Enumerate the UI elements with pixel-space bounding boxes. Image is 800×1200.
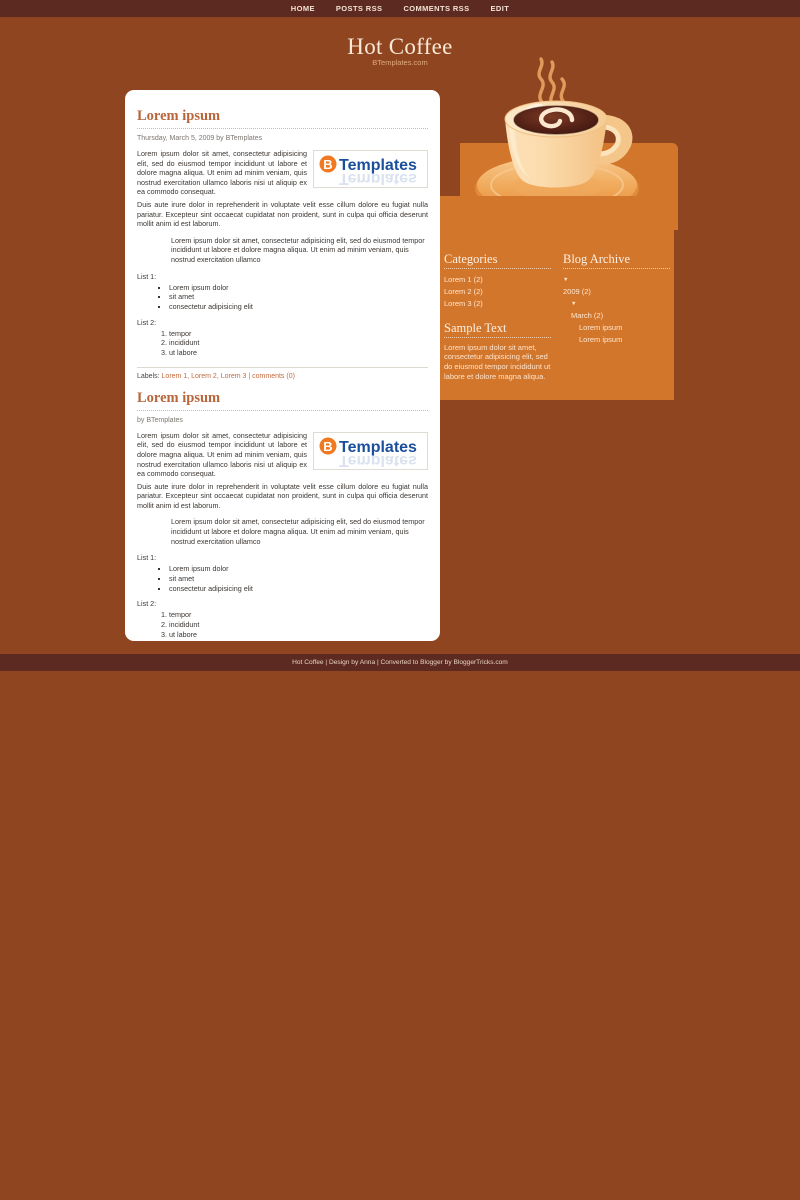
cup-rim [505,101,607,137]
list-item: incididunt [169,621,428,630]
list-item: sit amet [169,293,428,302]
svg-text:B: B [323,439,332,454]
category-link[interactable]: Lorem 2 (2) [444,286,551,298]
archive-row-post[interactable]: Lorem ipsum [563,322,670,334]
categories-list: Lorem 1 (2) Lorem 2 (2) Lorem 3 (2) [444,274,551,310]
post-label-link[interactable]: Lorem 2 [191,373,217,380]
archive-row-post[interactable]: Lorem ipsum [563,334,670,346]
svg-text:Templates: Templates [339,452,417,467]
nav-item-edit[interactable]: EDIT [491,4,510,13]
post-unordered-list: Lorem ipsum dolor sit amet consectetur a… [137,283,428,312]
archive-post-link[interactable]: Lorem ipsum [579,322,670,334]
list-item: Lorem ipsum dolor [169,283,428,293]
list-item: consectetur adipisicing elit [169,584,428,594]
labels-prefix: Labels: [137,372,160,380]
top-navigation-bar: HOME POSTS RSS COMMENTS RSS EDIT [0,0,800,17]
svg-text:B: B [323,157,332,172]
btemplates-logo: B Templates Templates [313,431,428,470]
blog-post: Lorem ipsum by BTemplates B Templates Te… [137,390,428,641]
post-ordered-list: tempor incididunt ut labore [137,611,428,639]
widget-title-sample-text: Sample Text [444,321,551,338]
archive-month-link[interactable]: March (2) [571,310,670,322]
blog-archive-tree: ▼ 2009 (2) ▼ March (2) Lorem ipsum Lorem i… [563,274,670,346]
list-1-label: List 1: [137,553,157,563]
post-footer: Labels: Lorem 1, Lorem 2, Lorem 3 | comm… [137,366,428,380]
list-item: incididunt [169,339,428,348]
post-unordered-list: Lorem ipsum dolor sit amet consectetur a… [137,565,428,593]
sidebar-right-column: Blog Archive ▼ 2009 (2) ▼ March (2) Lorem … [563,252,670,381]
blog-subtitle: BTemplates.com [372,58,428,67]
cream-swirl [539,107,575,129]
cup-body [505,118,607,188]
blog-header: Hot Coffee BTemplates.com [0,17,800,90]
post-meta: Thursday, March 5, 2009 by BTemplates [137,135,263,142]
sample-text-widget: Sample Text Lorem ipsum dolor sit amet, … [444,321,551,382]
category-link[interactable]: Lorem 1 (2) [444,274,551,286]
blog-title: Hot Coffee [347,34,453,59]
sidebar-columns: Categories Lorem 1 (2) Lorem 2 (2) Lorem… [444,252,674,381]
btemplates-logo: B Templates Templates [313,150,428,188]
chevron-down-icon[interactable]: ▼ [571,298,576,310]
post-paragraph: Duis aute irure dolor in reprehenderit i… [137,199,428,229]
widget-title-categories: Categories [444,252,551,269]
sidebar-panel: Categories Lorem 1 (2) Lorem 2 (2) Lorem… [400,196,674,400]
cup-handle [584,115,633,165]
nav-item-comments-rss[interactable]: COMMENTS RSS [403,4,469,13]
post-body: B Templates Templates Lorem ipsum dolor … [137,431,428,511]
coffee-liquid [514,106,598,134]
nav-item-home[interactable]: HOME [291,4,315,13]
archive-year-link[interactable]: 2009 (2) [563,286,670,298]
post-body: B Templates Templates Lorem ipsum dolor … [137,149,428,229]
post-title[interactable]: Lorem ipsum [137,108,428,129]
blog-post: Lorem ipsum Thursday, March 5, 2009 by B… [137,108,428,380]
sample-text-body: Lorem ipsum dolor sit amet, consectetur … [444,342,551,381]
post-meta: by BTemplates [137,416,183,424]
list-item: tempor [169,611,428,620]
list-2-label: List 2: [137,317,157,327]
nav-item-posts-rss[interactable]: POSTS RSS [336,4,383,13]
post-label-link[interactable]: Lorem 3 [221,373,247,380]
list-item: ut labore [169,630,428,640]
list-item: consectetur adipisicing elit [169,303,428,312]
list-item: Lorem ipsum dolor [169,565,428,574]
archive-row-year[interactable]: ▼ 2009 (2) [563,274,670,298]
list-item: tempor [169,329,428,339]
archive-row-month[interactable]: ▼ March (2) [563,298,670,322]
footer-bar: Hot Coffee | Design by Anna | Converted … [0,654,800,671]
post-blockquote: Lorem ipsum dolor sit amet, consectetur … [171,517,425,546]
post-comments-link[interactable]: comments (0) [252,373,295,380]
category-link[interactable]: Lorem 3 (2) [444,298,551,310]
svg-text:Templates: Templates [339,170,417,185]
post-paragraph: Duis aute irure dolor in reprehenderit i… [137,481,428,510]
list-2-label: List 2: [137,599,157,609]
main-content-panel: Lorem ipsum Thursday, March 5, 2009 by B… [125,90,440,641]
post-ordered-list: tempor incididunt ut labore [137,329,428,358]
list-1-label: List 1: [137,271,157,281]
sidebar-left-column: Categories Lorem 1 (2) Lorem 2 (2) Lorem… [444,252,551,381]
archive-post-link[interactable]: Lorem ipsum [579,334,670,346]
post-title[interactable]: Lorem ipsum [137,390,428,411]
post-blockquote: Lorem ipsum dolor sit amet, consectetur … [171,235,425,264]
post-label-link[interactable]: Lorem 1 [162,373,188,380]
chevron-down-icon[interactable]: ▼ [563,274,568,286]
list-item: ut labore [169,349,428,358]
footer-credit: Hot Coffee | Design by Anna | Converted … [292,659,508,666]
list-item: sit amet [169,575,428,584]
widget-title-blog-archive: Blog Archive [563,252,670,269]
